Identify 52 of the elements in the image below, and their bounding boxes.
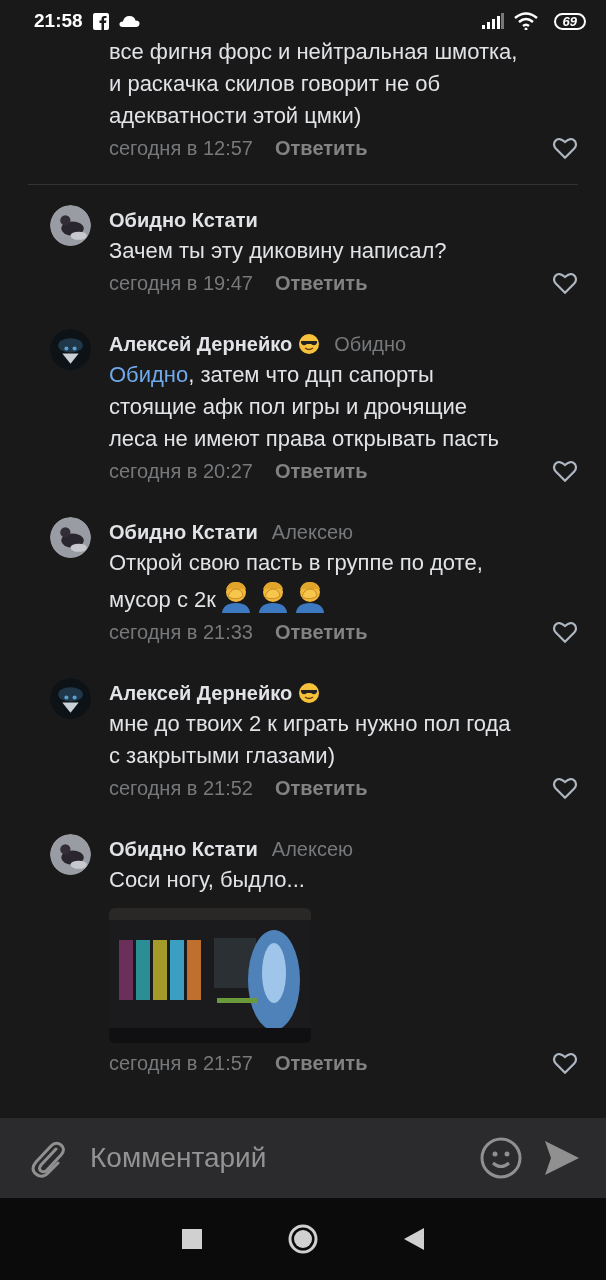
author-name[interactable]: Обидно Кстати xyxy=(109,208,258,232)
like-icon[interactable] xyxy=(552,135,578,161)
comment-text: Обидно, затем что дцп сапорты стоящие афк пол игры и дрочящие леса не имеют права открывать пасть xyxy=(109,361,500,453)
avatar xyxy=(50,205,91,246)
comment-text: Открой свою пасть в группе по доте, мусор с 2к xyxy=(109,549,484,615)
comment-date: сегодня в 21:57 xyxy=(109,1051,253,1075)
reply-to-name[interactable]: Обидно xyxy=(334,332,407,356)
comment-text: все фигня форс и нейтральная шмотка, и раскачка скилов говорит не об адекватности этой цмки) xyxy=(109,38,519,130)
author-name[interactable]: Обидно Кстати xyxy=(109,520,258,544)
comment-text: Соси ногу, быдло... xyxy=(109,866,306,894)
comment-bar[interactable]: Комментарий xyxy=(0,1118,606,1198)
reply-to-name[interactable]: Алексею xyxy=(271,837,354,861)
send-icon[interactable] xyxy=(544,1140,580,1176)
sunglasses-emoji-icon xyxy=(298,333,321,355)
comment-date: сегодня в 19:47 xyxy=(109,271,253,295)
like-icon[interactable] xyxy=(552,775,578,801)
reply-button[interactable]: Ответить xyxy=(275,776,368,800)
reply-button[interactable]: Ответить xyxy=(275,459,368,483)
like-icon[interactable] xyxy=(552,458,578,484)
comment-input[interactable]: Комментарий xyxy=(88,1141,458,1175)
author-name[interactable]: Обидно Кстати xyxy=(109,837,258,861)
signal-icon xyxy=(481,13,504,29)
wifi-icon xyxy=(513,12,538,30)
reply-button[interactable]: Ответить xyxy=(275,136,368,160)
mention-link[interactable]: Обидно xyxy=(109,362,189,387)
facebook-icon xyxy=(92,12,109,30)
reply-button[interactable]: Ответить xyxy=(275,620,368,644)
sunglasses-emoji-icon xyxy=(298,682,321,704)
reply-to-name[interactable]: Алексею xyxy=(271,520,354,544)
cloud-icon xyxy=(118,15,140,27)
comment-text: мне до твоих 2 к играть нужно пол года с закрытыми глазами) xyxy=(109,710,512,770)
like-icon[interactable] xyxy=(552,1050,578,1076)
avatar xyxy=(50,678,91,719)
like-icon[interactable] xyxy=(552,270,578,296)
reply-button[interactable]: Ответить xyxy=(275,271,368,295)
comment-text: Зачем ты эту диковину написал? xyxy=(109,237,448,265)
author-name[interactable]: Алексей Дернейко xyxy=(109,681,293,705)
avatar xyxy=(50,329,91,370)
status-time: 21:58 xyxy=(34,10,83,32)
comment-date: сегодня в 21:33 xyxy=(109,620,253,644)
comment-date: сегодня в 20:27 xyxy=(109,459,253,483)
comment-date: сегодня в 12:57 xyxy=(109,136,253,160)
emoji-icon[interactable] xyxy=(480,1137,522,1179)
reply-button[interactable]: Ответить xyxy=(275,1051,368,1075)
avatar xyxy=(50,517,91,558)
avatar xyxy=(50,834,91,875)
home-icon[interactable] xyxy=(288,1224,318,1254)
battery-level: 69 xyxy=(553,12,586,30)
comment-date: сегодня в 21:52 xyxy=(109,776,253,800)
author-name[interactable]: Алексей Дернейко xyxy=(109,332,293,356)
back-icon[interactable] xyxy=(404,1228,424,1250)
like-icon[interactable] xyxy=(552,619,578,645)
